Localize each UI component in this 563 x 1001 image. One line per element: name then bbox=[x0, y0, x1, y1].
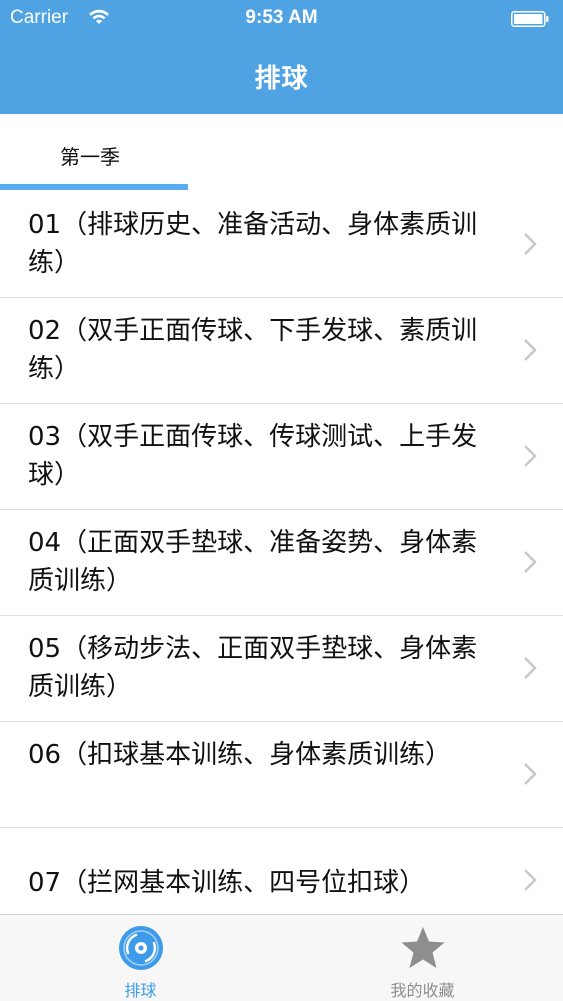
episode-title: 07（拦网基本训练、四号位扣球） bbox=[28, 868, 426, 898]
status-bar: Carrier 9:53 AM bbox=[0, 0, 563, 38]
chevron-right-icon bbox=[524, 869, 537, 891]
season-tab-indicator bbox=[0, 184, 188, 190]
episode-title: 01（排球历史、准备活动、身体素质训练） bbox=[28, 210, 478, 278]
battery-icon bbox=[511, 11, 549, 27]
episode-title: 06（扣球基本训练、身体素质训练） bbox=[28, 740, 452, 770]
tab-volleyball-label: 排球 bbox=[124, 981, 157, 1000]
season-tab-bar: 第一季 bbox=[0, 114, 563, 192]
episode-title: 02（双手正面传球、下手发球、素质训练） bbox=[28, 316, 478, 384]
list-item[interactable]: 05（移动步法、正面双手垫球、身体素质训练） bbox=[0, 616, 563, 722]
season-tab-label: 第一季 bbox=[60, 145, 120, 169]
chevron-right-icon bbox=[524, 445, 537, 467]
chevron-right-icon bbox=[524, 551, 537, 573]
navigation-bar: Carrier 9:53 AM 排球 bbox=[0, 0, 563, 114]
list-item[interactable]: 06（扣球基本训练、身体素质训练） bbox=[0, 722, 563, 828]
list-item[interactable]: 03（双手正面传球、传球测试、上手发球） bbox=[0, 404, 563, 510]
volleyball-disc-icon bbox=[118, 926, 163, 970]
chevron-right-icon bbox=[524, 339, 537, 361]
episode-title: 03（双手正面传球、传球测试、上手发球） bbox=[28, 422, 478, 490]
list-item[interactable]: 07（拦网基本训练、四号位扣球） bbox=[0, 828, 563, 914]
tab-season-1[interactable]: 第一季 bbox=[0, 114, 188, 192]
tab-favorites[interactable]: 我的收藏 bbox=[282, 915, 563, 1001]
clock: 9:53 AM bbox=[245, 7, 318, 28]
list-item[interactable]: 02（双手正面传球、下手发球、素质训练） bbox=[0, 298, 563, 404]
episode-title: 05（移动步法、正面双手垫球、身体素质训练） bbox=[28, 634, 478, 702]
page-title: 排球 bbox=[254, 64, 309, 94]
star-icon bbox=[401, 927, 444, 968]
episode-list[interactable]: 01（排球历史、准备活动、身体素质训练） 02（双手正面传球、下手发球、素质训练… bbox=[0, 192, 563, 914]
tab-bar: 排球 我的收藏 bbox=[0, 914, 563, 1001]
chevron-right-icon bbox=[524, 763, 537, 785]
list-item[interactable]: 04（正面双手垫球、准备姿势、身体素质训练） bbox=[0, 510, 563, 616]
chevron-right-icon bbox=[524, 233, 537, 255]
chevron-right-icon bbox=[524, 657, 537, 679]
list-item[interactable]: 01（排球历史、准备活动、身体素质训练） bbox=[0, 192, 563, 298]
episode-title: 04（正面双手垫球、准备姿势、身体素质训练） bbox=[28, 528, 478, 596]
tab-volleyball[interactable]: 排球 bbox=[0, 915, 281, 1001]
tab-favorites-label: 我的收藏 bbox=[390, 981, 455, 1000]
